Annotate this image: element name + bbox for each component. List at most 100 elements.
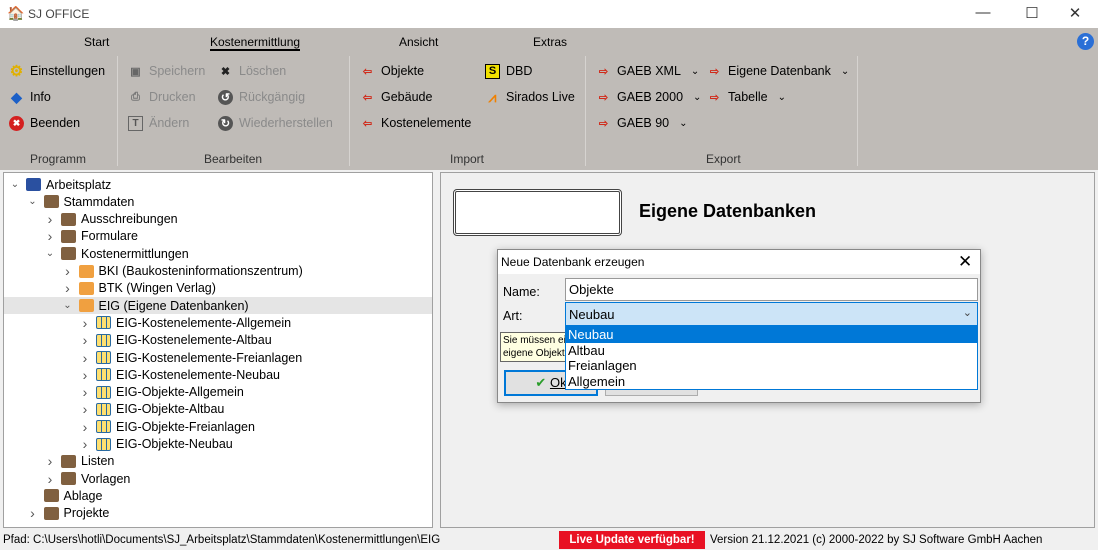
import-dbd-button[interactable]: S DBD	[485, 61, 532, 81]
export-gaeb-2000-button[interactable]: ⇨ GAEB 2000 ⌄	[596, 87, 702, 107]
import-sirados-button[interactable]: ⩘ Sirados Live	[485, 87, 575, 107]
speichern-button[interactable]: ▣ Speichern	[128, 61, 205, 81]
chevron-right-icon[interactable]: ›	[45, 228, 55, 244]
chevron-right-icon[interactable]: ›	[80, 350, 90, 366]
art-select-value: Neubau	[569, 307, 615, 322]
chevron-down-icon: ⌄	[693, 91, 702, 103]
close-button[interactable]: ✕	[1060, 4, 1090, 24]
tree-item-label: EIG-Kostenelemente-Neubau	[116, 367, 280, 382]
tree-item[interactable]: ⌄ Kostenermittlungen	[4, 245, 432, 262]
export-eigene-datenbank-button[interactable]: ⇨ Eigene Datenbank ⌄	[707, 61, 849, 81]
tab-start[interactable]: Start	[84, 35, 109, 49]
tree-item[interactable]: › Vorlagen	[4, 470, 432, 487]
loeschen-button[interactable]: ✖ Löschen	[218, 61, 286, 81]
chevron-right-icon[interactable]: ›	[80, 384, 90, 400]
chevron-right-icon[interactable]: ›	[45, 453, 55, 469]
option-altbau[interactable]: Altbau	[566, 343, 977, 359]
exit-icon: ✖	[9, 115, 24, 131]
tab-extras[interactable]: Extras	[533, 35, 567, 49]
chevron-right-icon[interactable]: ›	[63, 280, 73, 296]
chevron-right-icon[interactable]: ›	[80, 419, 90, 435]
chevron-right-icon[interactable]: ›	[45, 471, 55, 487]
tree-item[interactable]: › Ausschreibungen	[4, 211, 432, 228]
chevron-down-icon: ⌄	[777, 91, 787, 103]
beenden-button[interactable]: ✖ Beenden	[9, 113, 80, 133]
rueckgaengig-button[interactable]: ↺ Rückgängig	[218, 87, 305, 107]
export-gaeb-xml-button[interactable]: ⇨ GAEB XML ⌄	[596, 61, 699, 81]
import-objekte-button[interactable]: ⇦ Objekte	[360, 61, 424, 81]
einstellungen-button[interactable]: ⚙ Einstellungen	[9, 61, 105, 81]
tree-item[interactable]: ⌄ Arbeitsplatz	[4, 176, 432, 193]
drucken-button[interactable]: ⎙ Drucken	[128, 87, 195, 107]
option-freianlagen[interactable]: Freianlagen	[566, 358, 977, 374]
chevron-right-icon[interactable]: ›	[80, 367, 90, 383]
tree-item[interactable]: ⌄ Stammdaten	[4, 193, 432, 210]
minimize-button[interactable]: —	[968, 4, 998, 24]
tree-item[interactable]: › EIG-Objekte-Freianlagen	[4, 418, 432, 435]
hint-tooltip: Sie müssen ei eigene Objekt	[500, 332, 567, 362]
tree-item[interactable]: › EIG-Objekte-Allgemein	[4, 384, 432, 401]
status-bar: Pfad: C:\Users\hotli\Documents\SJ_Arbeit…	[0, 530, 1098, 550]
tree-item[interactable]: › EIG-Kostenelemente-Freianlagen	[4, 349, 432, 366]
tree-item-label: EIG-Objekte-Allgemein	[116, 385, 244, 400]
chevron-down-icon[interactable]: ⌄	[63, 300, 73, 311]
live-update-badge[interactable]: Live Update verfügbar!	[559, 531, 705, 549]
art-label: Art:	[503, 309, 523, 323]
chevron-down-icon[interactable]: ⌄	[28, 196, 38, 207]
import-gebaeude-button[interactable]: ⇦ Gebäude	[360, 87, 433, 107]
aendern-button[interactable]: T Ändern	[128, 113, 189, 133]
chevron-right-icon[interactable]: ›	[80, 401, 90, 417]
option-allgemein[interactable]: Allgemein	[566, 374, 977, 390]
tree-item[interactable]: › EIG-Kostenelemente-Neubau	[4, 366, 432, 383]
option-neubau[interactable]: Neubau	[566, 327, 977, 343]
chevron-right-icon[interactable]: ›	[63, 263, 73, 279]
help-icon[interactable]: ?	[1077, 33, 1094, 50]
maximize-button[interactable]: ☐	[1017, 4, 1047, 24]
delete-icon: ✖	[220, 65, 231, 78]
tree-item[interactable]: › EIG-Kostenelemente-Allgemein	[4, 314, 432, 331]
export-tabelle-button[interactable]: ⇨ Tabelle ⌄	[707, 87, 786, 107]
table-icon	[96, 333, 111, 347]
tree-item[interactable]: › EIG-Objekte-Altbau	[4, 401, 432, 418]
export-icon: ⇨	[598, 65, 609, 78]
tree-item[interactable]: › EIG-Objekte-Neubau	[4, 436, 432, 453]
chevron-down-icon: ⌄	[679, 117, 688, 129]
chevron-down-icon[interactable]: ⌄	[10, 179, 20, 190]
chevron-right-icon[interactable]: ›	[80, 332, 90, 348]
tree-item[interactable]: › Formulare	[4, 228, 432, 245]
chevron-down-icon[interactable]: ⌄	[45, 248, 55, 259]
tree-item[interactable]: › EIG-Kostenelemente-Altbau	[4, 332, 432, 349]
tree-item[interactable]: › BKI (Baukosteninformationszentrum)	[4, 263, 432, 280]
chevron-right-icon[interactable]: ›	[28, 505, 38, 521]
tree-item[interactable]: ⌄ EIG (Eigene Datenbanken)	[4, 297, 432, 315]
import-icon: ⇦	[362, 65, 373, 78]
tab-kostenermittlung[interactable]: Kostenermittlung	[210, 35, 301, 51]
tab-ansicht[interactable]: Ansicht	[399, 35, 438, 49]
divider	[117, 56, 118, 166]
art-select[interactable]: Neubau ⌄	[565, 302, 978, 326]
export-gaeb-90-button[interactable]: ⇨ GAEB 90 ⌄	[596, 113, 688, 133]
tree-item[interactable]: › BTK (Wingen Verlag)	[4, 280, 432, 297]
import-kostenelemente-button[interactable]: ⇦ Kostenelemente	[360, 113, 471, 133]
tree-item[interactable]: Ablage	[4, 487, 432, 504]
dialog-close-button[interactable]: ✕	[958, 252, 972, 272]
chevron-right-icon[interactable]: ›	[80, 436, 90, 452]
chevron-right-icon[interactable]: ›	[45, 211, 55, 227]
tree-item[interactable]: › Projekte	[4, 505, 432, 522]
tree-item[interactable]: › Listen	[4, 453, 432, 470]
tree-item-label: Ausschreibungen	[81, 212, 178, 227]
chevron-right-icon[interactable]: ›	[80, 315, 90, 331]
tree-item-label: Kostenermittlungen	[81, 246, 189, 261]
tree-item-label: EIG (Eigene Datenbanken)	[98, 298, 249, 313]
tree-item-label: EIG-Objekte-Freianlagen	[116, 419, 255, 434]
table-icon	[96, 437, 111, 451]
group-programm: Programm	[30, 152, 87, 166]
info-button[interactable]: ◆ Info	[9, 87, 51, 107]
table-icon	[96, 385, 111, 399]
hint-text: Sie müssen ei	[503, 335, 566, 346]
logo-placeholder	[453, 189, 622, 236]
wiederherstellen-button[interactable]: ↻ Wiederherstellen	[218, 113, 333, 133]
node-icon	[61, 212, 76, 226]
divider	[349, 56, 350, 166]
name-input[interactable]	[565, 278, 978, 301]
